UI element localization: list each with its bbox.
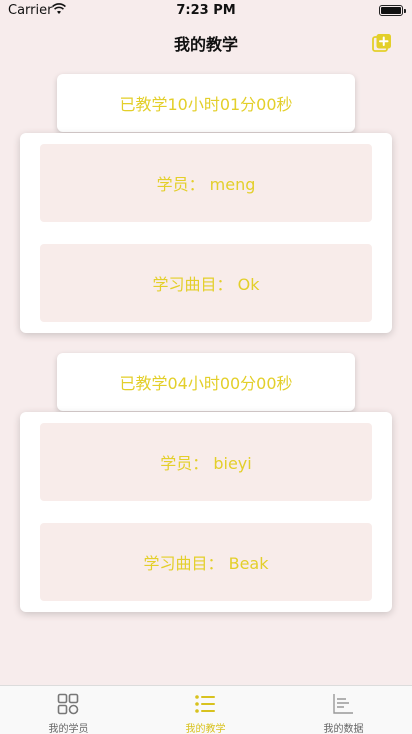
duration-card: 已教学10小时01分00秒 (57, 74, 355, 132)
tab-my-data[interactable]: 我的数据 (275, 686, 412, 734)
status-time: 7:23 PM (176, 3, 236, 18)
duration-text: 已教学04小时00分00秒 (119, 374, 293, 393)
grid-icon (57, 693, 79, 715)
status-bar: Carrier 7:23 PM (0, 0, 412, 22)
tab-my-teaching[interactable]: 我的教学 (137, 686, 274, 734)
battery-icon (379, 5, 406, 16)
song-field: 学习曲目： Beak (40, 523, 372, 601)
student-text: 学员： bieyi (160, 454, 252, 473)
session-detail-card[interactable]: 学员： bieyi 学习曲目： Beak (20, 412, 392, 612)
page-title: 我的教学 (173, 35, 238, 54)
chart-icon (333, 694, 353, 714)
tab-label: 我的教学 (185, 724, 226, 734)
tab-bar: 我的学员 我的教学 我的数据 (0, 685, 412, 734)
student-field: 学员： bieyi (40, 423, 372, 501)
duration-card: 已教学04小时00分00秒 (57, 353, 355, 411)
add-square-icon[interactable] (372, 33, 392, 53)
list-icon (195, 695, 215, 713)
tab-label: 我的学员 (48, 724, 89, 734)
student-text: 学员： meng (156, 175, 256, 194)
duration-text: 已教学10小时01分00秒 (119, 95, 293, 114)
tab-label: 我的数据 (323, 724, 364, 734)
song-field: 学习曲目： Ok (40, 244, 372, 322)
song-text: 学习曲目： Ok (152, 275, 260, 294)
session-detail-card[interactable]: 学员： meng 学习曲目： Ok (20, 133, 392, 333)
tab-my-students[interactable]: 我的学员 (0, 686, 137, 734)
student-field: 学员： meng (40, 144, 372, 222)
song-text: 学习曲目： Beak (143, 554, 269, 573)
